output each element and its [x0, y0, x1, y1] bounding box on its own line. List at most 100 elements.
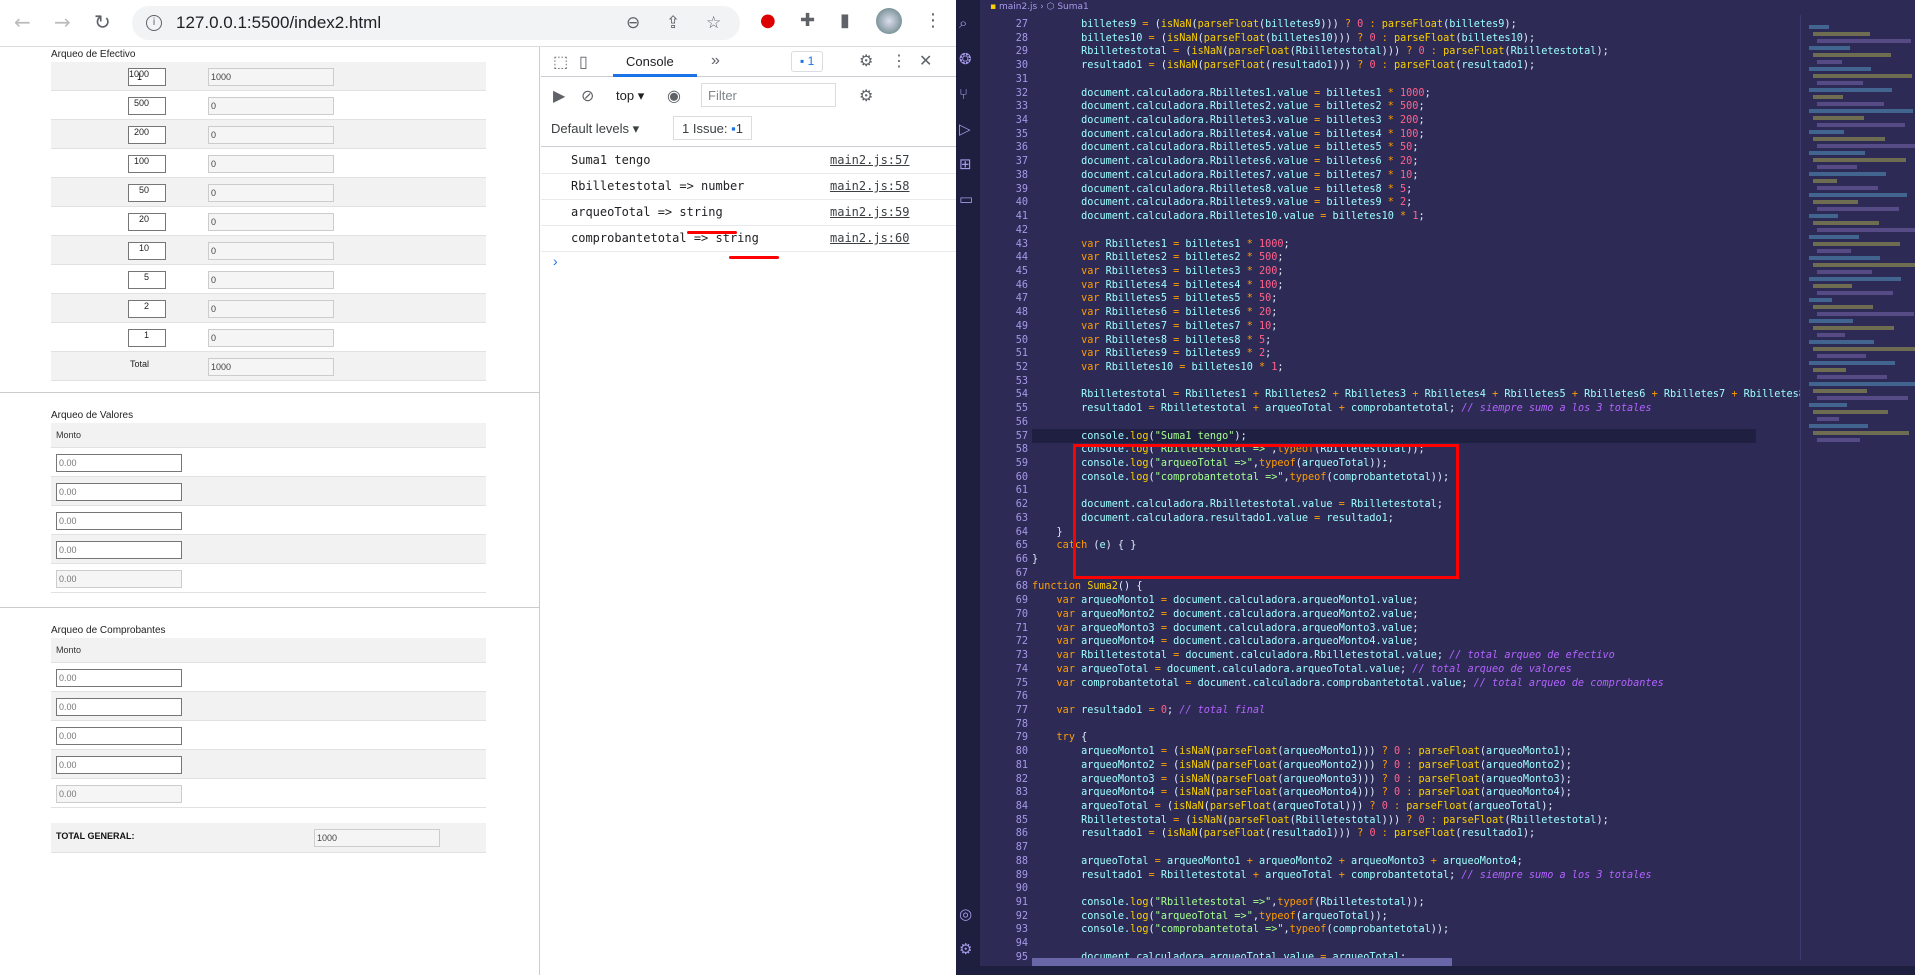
back-arrow-icon[interactable]: ← [14, 10, 31, 34]
code-line[interactable]: billetes9 = (isNaN(parseFloat(billetes9)… [1032, 18, 1800, 32]
forward-arrow-icon[interactable]: → [54, 10, 71, 34]
code-line[interactable]: document.calculadora.Rbilletes9.value = … [1032, 196, 1800, 210]
code-line[interactable]: console.log("Suma1 tengo"); [1032, 430, 1800, 444]
filter-input[interactable]: Filter [701, 83, 836, 107]
console-source-link[interactable]: main2.js:59 [830, 205, 909, 219]
log-levels-dropdown[interactable]: Default levels ▾ [551, 121, 639, 137]
profile-avatar[interactable] [876, 8, 902, 34]
site-info-icon[interactable]: i [146, 15, 162, 31]
manage-gear-icon[interactable]: ⚙ [959, 940, 972, 958]
menu-kebab-icon[interactable]: ⋮ [924, 10, 942, 31]
code-line[interactable]: var arqueoMonto3 = document.calculadora.… [1032, 622, 1800, 636]
console-source-link[interactable]: main2.js:60 [830, 231, 909, 245]
code-line[interactable]: resultado1 = Rbilletestotal + arqueoTota… [1032, 869, 1800, 883]
efectivo-total-field[interactable]: 1000 [208, 358, 334, 376]
console-source-link[interactable]: main2.js:58 [830, 179, 909, 193]
remote-explorer-icon[interactable]: ▭ [959, 190, 973, 208]
messages-badge[interactable]: ▪ 1 [791, 51, 824, 72]
monto-input[interactable]: 0.00 [56, 512, 182, 530]
side-panel-icon[interactable]: ▮ [840, 10, 850, 31]
horizontal-scrollbar[interactable] [1032, 958, 1452, 966]
code-line[interactable]: var Rbilletes3 = billetes3 * 200; [1032, 265, 1800, 279]
close-icon[interactable]: ✕ [919, 51, 932, 71]
code-line[interactable] [1032, 73, 1800, 87]
bookmark-star-icon[interactable]: ☆ [706, 13, 721, 33]
code-line[interactable]: document.calculadora.Rbilletes4.value = … [1032, 128, 1800, 142]
subtotal-field[interactable]: 0 [208, 329, 334, 347]
share-icon[interactable]: ⇪ [666, 13, 680, 33]
inspect-element-icon[interactable]: ⬚ [553, 52, 568, 72]
issues-button[interactable]: 1 Issue: ▪1 [673, 116, 752, 140]
more-options-icon[interactable]: ⋮ [891, 51, 907, 71]
monto-input[interactable]: 0.00 [56, 454, 182, 472]
search-icon[interactable]: ⌕ [959, 14, 967, 32]
code-line[interactable]: arqueoMonto4 = (isNaN(parseFloat(arqueoM… [1032, 786, 1800, 800]
more-tabs-icon[interactable]: » [711, 52, 720, 70]
minimap[interactable] [1800, 15, 1915, 960]
url-text[interactable]: 127.0.0.1:5500/index2.html [176, 13, 381, 33]
code-line[interactable]: document.calculadora.Rbilletes2.value = … [1032, 100, 1800, 114]
monto-input[interactable]: 0.00 [56, 541, 182, 559]
code-line[interactable]: document.calculadora.Rbilletes3.value = … [1032, 114, 1800, 128]
monto-input[interactable]: 0.00 [56, 669, 182, 687]
code-line[interactable] [1032, 937, 1800, 951]
code-line[interactable]: Rbilletestotal = Rbilletes1 + Rbilletes2… [1032, 388, 1800, 402]
extensions-puzzle-icon[interactable]: ✚ [800, 10, 815, 31]
code-line[interactable]: var comprobantetotal = document.calculad… [1032, 677, 1800, 691]
subtotal-field[interactable]: 0 [208, 126, 334, 144]
monto-input[interactable]: 0.00 [56, 483, 182, 501]
code-line[interactable]: var Rbilletes7 = billetes7 * 10; [1032, 320, 1800, 334]
total-general-field[interactable]: 1000 [314, 829, 440, 847]
code-line[interactable]: resultado1 = (isNaN(parseFloat(resultado… [1032, 59, 1800, 73]
code-line[interactable]: var Rbilletes1 = billetes1 * 1000; [1032, 238, 1800, 252]
code-line[interactable]: arqueoMonto3 = (isNaN(parseFloat(arqueoM… [1032, 773, 1800, 787]
subtotal-field[interactable]: 0 [208, 213, 334, 231]
console-prompt[interactable]: › [553, 253, 558, 269]
subtotal-field[interactable]: 0 [208, 155, 334, 173]
breadcrumb-file[interactable]: main2.js [999, 2, 1037, 12]
subtotal-field[interactable]: 0 [208, 242, 334, 260]
live-expression-eye-icon[interactable]: ◉ [667, 86, 681, 106]
code-line[interactable] [1032, 416, 1800, 430]
code-line[interactable]: var arqueoTotal = document.calculadora.a… [1032, 663, 1800, 677]
code-line[interactable]: arqueoMonto1 = (isNaN(parseFloat(arqueoM… [1032, 745, 1800, 759]
code-line[interactable] [1032, 375, 1800, 389]
code-line[interactable] [1032, 718, 1800, 732]
code-line[interactable]: resultado1 = Rbilletestotal + arqueoTota… [1032, 402, 1800, 416]
code-line[interactable]: console.log("Rbilletestotal =>",typeof(R… [1032, 896, 1800, 910]
subtotal-field[interactable]: 0 [208, 97, 334, 115]
clear-console-icon[interactable]: ⊘ [581, 86, 594, 106]
code-line[interactable]: var Rbilletes10 = billetes10 * 1; [1032, 361, 1800, 375]
accounts-icon[interactable]: ◎ [959, 905, 972, 923]
run-debug-icon[interactable]: ▷ [959, 120, 971, 138]
breadcrumb-symbol[interactable]: Suma1 [1057, 2, 1088, 12]
code-line[interactable]: var Rbilletes2 = billetes2 * 500; [1032, 251, 1800, 265]
code-line[interactable] [1032, 882, 1800, 896]
subtotal-field[interactable]: 0 [208, 271, 334, 289]
code-line[interactable]: var arqueoMonto1 = document.calculadora.… [1032, 594, 1800, 608]
code-line[interactable]: var arqueoMonto4 = document.calculadora.… [1032, 635, 1800, 649]
code-line[interactable]: console.log("arqueoTotal =>",typeof(arqu… [1032, 910, 1800, 924]
code-line[interactable]: document.calculadora.Rbilletes6.value = … [1032, 155, 1800, 169]
code-line[interactable]: var Rbilletestotal = document.calculador… [1032, 649, 1800, 663]
extension-record-icon[interactable]: ● [760, 10, 776, 31]
code-line[interactable]: var resultado1 = 0; // total final [1032, 704, 1800, 718]
code-line[interactable]: document.calculadora.Rbilletes7.value = … [1032, 169, 1800, 183]
code-line[interactable] [1032, 841, 1800, 855]
code-line[interactable]: document.calculadora.Rbilletes8.value = … [1032, 183, 1800, 197]
code-line[interactable]: resultado1 = (isNaN(parseFloat(resultado… [1032, 827, 1800, 841]
code-line[interactable]: try { [1032, 731, 1800, 745]
code-line[interactable]: function Suma2() { [1032, 580, 1800, 594]
code-line[interactable]: var Rbilletes8 = billetes8 * 5; [1032, 334, 1800, 348]
code-line[interactable]: var Rbilletes9 = billetes9 * 2; [1032, 347, 1800, 361]
reload-icon[interactable]: ↻ [94, 10, 111, 34]
tab-console[interactable]: Console [626, 54, 674, 69]
code-line[interactable]: var Rbilletes5 = billetes5 * 50; [1032, 292, 1800, 306]
code-line[interactable]: arqueoTotal = arqueoMonto1 + arqueoMonto… [1032, 855, 1800, 869]
code-line[interactable]: var Rbilletes4 = billetes4 * 100; [1032, 279, 1800, 293]
subtotal-field[interactable]: 0 [208, 184, 334, 202]
device-toolbar-icon[interactable]: ▯ [579, 52, 588, 72]
subtotal-field[interactable]: 0 [208, 300, 334, 318]
code-line[interactable]: Rbilletestotal = (isNaN(parseFloat(Rbill… [1032, 814, 1800, 828]
code-line[interactable]: document.calculadora.Rbilletes1.value = … [1032, 87, 1800, 101]
